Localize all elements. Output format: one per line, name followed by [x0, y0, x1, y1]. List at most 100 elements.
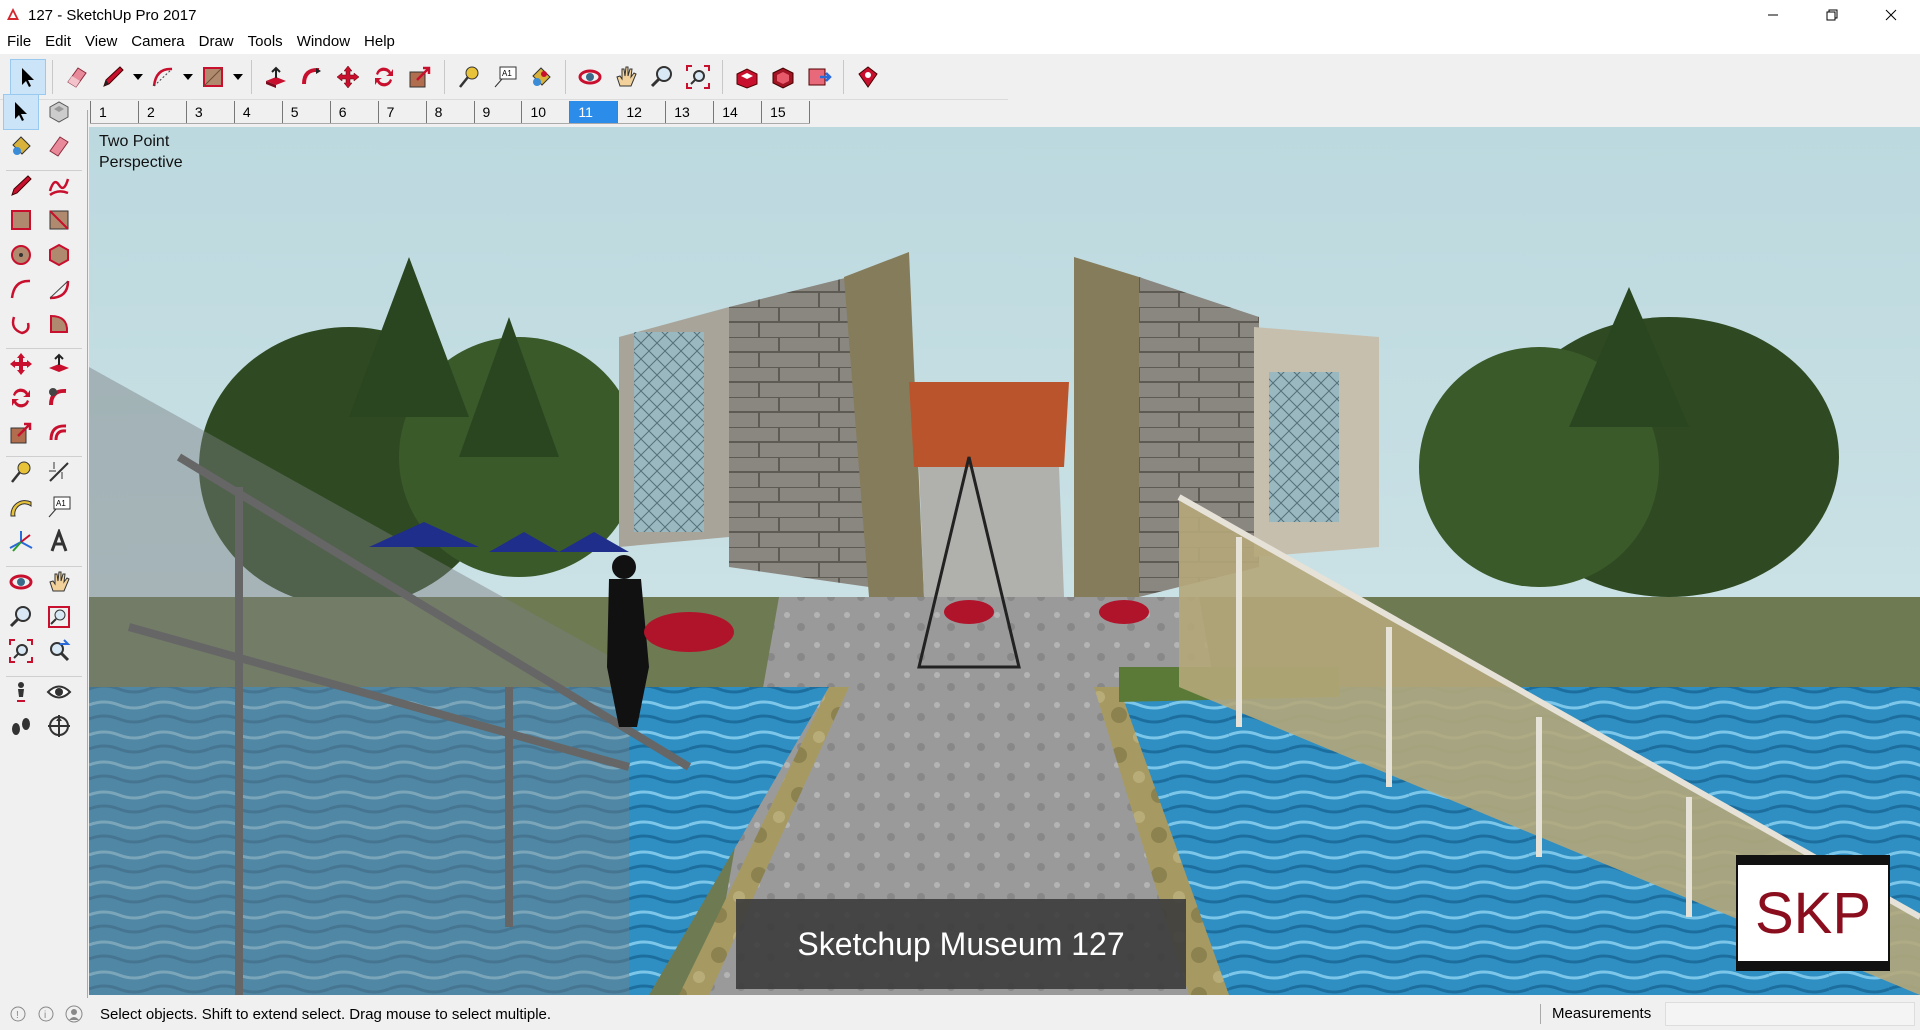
scene-tab-9[interactable]: 9 — [473, 100, 522, 123]
line-tool-dropdown[interactable] — [131, 59, 145, 95]
line-tool-button[interactable] — [3, 168, 39, 204]
eraser-tool-button[interactable] — [59, 59, 95, 95]
orbit-tool-button[interactable] — [3, 564, 39, 600]
rotate-tool-button[interactable] — [3, 380, 39, 416]
tape-measure-tool-button[interactable] — [3, 454, 39, 490]
minimize-button[interactable] — [1743, 0, 1802, 30]
dimension-tool-button[interactable] — [41, 454, 77, 490]
pan-tool-button[interactable] — [41, 564, 77, 600]
select-tool-button[interactable] — [10, 58, 46, 95]
scene-tab-1[interactable]: 1 — [90, 100, 138, 123]
pie-tool-button[interactable] — [41, 306, 77, 342]
axes-tool-button[interactable] — [3, 524, 39, 560]
previous-view-tool-button[interactable] — [41, 633, 77, 669]
eraser-tool-button[interactable] — [41, 128, 77, 164]
walk-tool-button[interactable] — [3, 708, 39, 744]
two-point-arc-tool-button[interactable] — [41, 271, 77, 307]
scene-tab-3[interactable]: 3 — [185, 100, 234, 123]
arc-tool-button[interactable] — [3, 271, 39, 307]
scene-tab-6[interactable]: 6 — [329, 100, 378, 123]
title-bar: 127 - SketchUp Pro 2017 — [0, 0, 1920, 30]
credits-status[interactable]: i — [36, 1004, 56, 1024]
scale-tool-button[interactable] — [3, 415, 39, 451]
rectangle-tool-button[interactable] — [3, 202, 39, 238]
text-tool-button[interactable]: A1 — [41, 489, 77, 525]
menu-edit[interactable]: Edit — [38, 30, 78, 54]
tape-measure-tool-button[interactable] — [451, 59, 487, 95]
geolocation-status[interactable]: ! — [8, 1004, 28, 1024]
circle-tool-button[interactable] — [3, 237, 39, 273]
arc-tool-dropdown[interactable] — [181, 59, 195, 95]
sign-in-status[interactable] — [64, 1004, 84, 1024]
line-tool-button[interactable] — [95, 59, 131, 95]
paint-bucket-tool-button[interactable] — [523, 59, 559, 95]
extension-manager-button[interactable] — [850, 59, 886, 95]
orbit-icon — [578, 69, 602, 84]
scene-tab-10[interactable]: 10 — [521, 100, 569, 123]
large-tool-set: A1 — [0, 94, 88, 1000]
menu-draw[interactable]: Draw — [192, 30, 241, 54]
zoom-extents-tool-button[interactable] — [680, 59, 716, 95]
3d-warehouse-button[interactable] — [729, 59, 765, 95]
scene-tab-5[interactable]: 5 — [281, 100, 330, 123]
extension-warehouse-icon — [772, 66, 794, 89]
three-point-arc-tool-button[interactable] — [3, 306, 39, 342]
rotate-tool-button[interactable] — [366, 59, 402, 95]
rectangle-tool-button[interactable] — [195, 59, 231, 95]
menu-window[interactable]: Window — [290, 30, 357, 54]
zoom-tool-button[interactable] — [644, 59, 680, 95]
restore-button[interactable] — [1802, 0, 1861, 30]
extension-warehouse-button[interactable] — [765, 59, 801, 95]
scene-tab-8[interactable]: 8 — [425, 100, 474, 123]
look-around-tool-button[interactable] — [41, 674, 77, 710]
scene-tab-13[interactable]: 13 — [665, 100, 713, 123]
move-tool-button[interactable] — [3, 346, 39, 382]
position-camera-tool-button[interactable] — [3, 674, 39, 710]
select-tool-button[interactable] — [3, 94, 39, 130]
geo-location-icon: ! — [10, 1006, 26, 1022]
scene-tab-12[interactable]: 12 — [617, 100, 665, 123]
polygon-tool-button[interactable] — [41, 237, 77, 273]
offset-tool-button[interactable] — [41, 415, 77, 451]
zoom-tool-button[interactable] — [3, 599, 39, 635]
push-pull-tool-button[interactable] — [258, 59, 294, 95]
orbit-tool-button[interactable] — [572, 59, 608, 95]
zoom-window-tool-button[interactable] — [41, 599, 77, 635]
scene-tab-11[interactable]: 11 — [569, 100, 618, 123]
modeling-viewport[interactable]: Two Point Perspective Sketchup Museum 12… — [89, 127, 1920, 995]
text-tool-button[interactable]: A1 — [487, 59, 523, 95]
scene-tab-7[interactable]: 7 — [377, 100, 426, 123]
protractor-tool-button[interactable] — [3, 489, 39, 525]
scene-tab-15[interactable]: 15 — [761, 100, 809, 123]
scene-tab-2[interactable]: 2 — [137, 100, 186, 123]
rectangle-tool-dropdown[interactable] — [231, 59, 245, 95]
move-tool-button[interactable] — [330, 59, 366, 95]
svg-text:A1: A1 — [502, 69, 512, 78]
freehand-tool-button[interactable] — [41, 168, 77, 204]
eraser-icon — [49, 136, 69, 157]
zoom-extents-tool-button[interactable] — [3, 633, 39, 669]
scale-tool-button[interactable] — [402, 59, 438, 95]
3d-text-tool-button[interactable] — [41, 524, 77, 560]
follow-me-tool-button[interactable] — [41, 380, 77, 416]
close-button[interactable] — [1861, 0, 1920, 30]
rotated-rectangle-tool-button[interactable] — [41, 202, 77, 238]
send-to-layout-button[interactable] — [801, 59, 837, 95]
paint-bucket-tool-button[interactable] — [3, 128, 39, 164]
menu-file[interactable]: File — [0, 30, 38, 54]
menu-tools[interactable]: Tools — [241, 30, 290, 54]
scene-tab-4[interactable]: 4 — [233, 100, 282, 123]
look-around-icon — [46, 685, 72, 699]
make-component-tool-button[interactable] — [41, 94, 77, 130]
pan-tool-button[interactable] — [608, 59, 644, 95]
push-pull-tool-button[interactable] — [41, 346, 77, 382]
scene-tab-14[interactable]: 14 — [713, 100, 761, 123]
menu-help[interactable]: Help — [357, 30, 402, 54]
toolbar-separator — [722, 59, 723, 94]
menu-view[interactable]: View — [78, 30, 124, 54]
menu-camera[interactable]: Camera — [124, 30, 191, 54]
arc-tool-button[interactable] — [145, 59, 181, 95]
measurements-input[interactable] — [1665, 1002, 1915, 1026]
follow-me-tool-button[interactable] — [294, 59, 330, 95]
section-plane-tool-button[interactable] — [41, 708, 77, 744]
